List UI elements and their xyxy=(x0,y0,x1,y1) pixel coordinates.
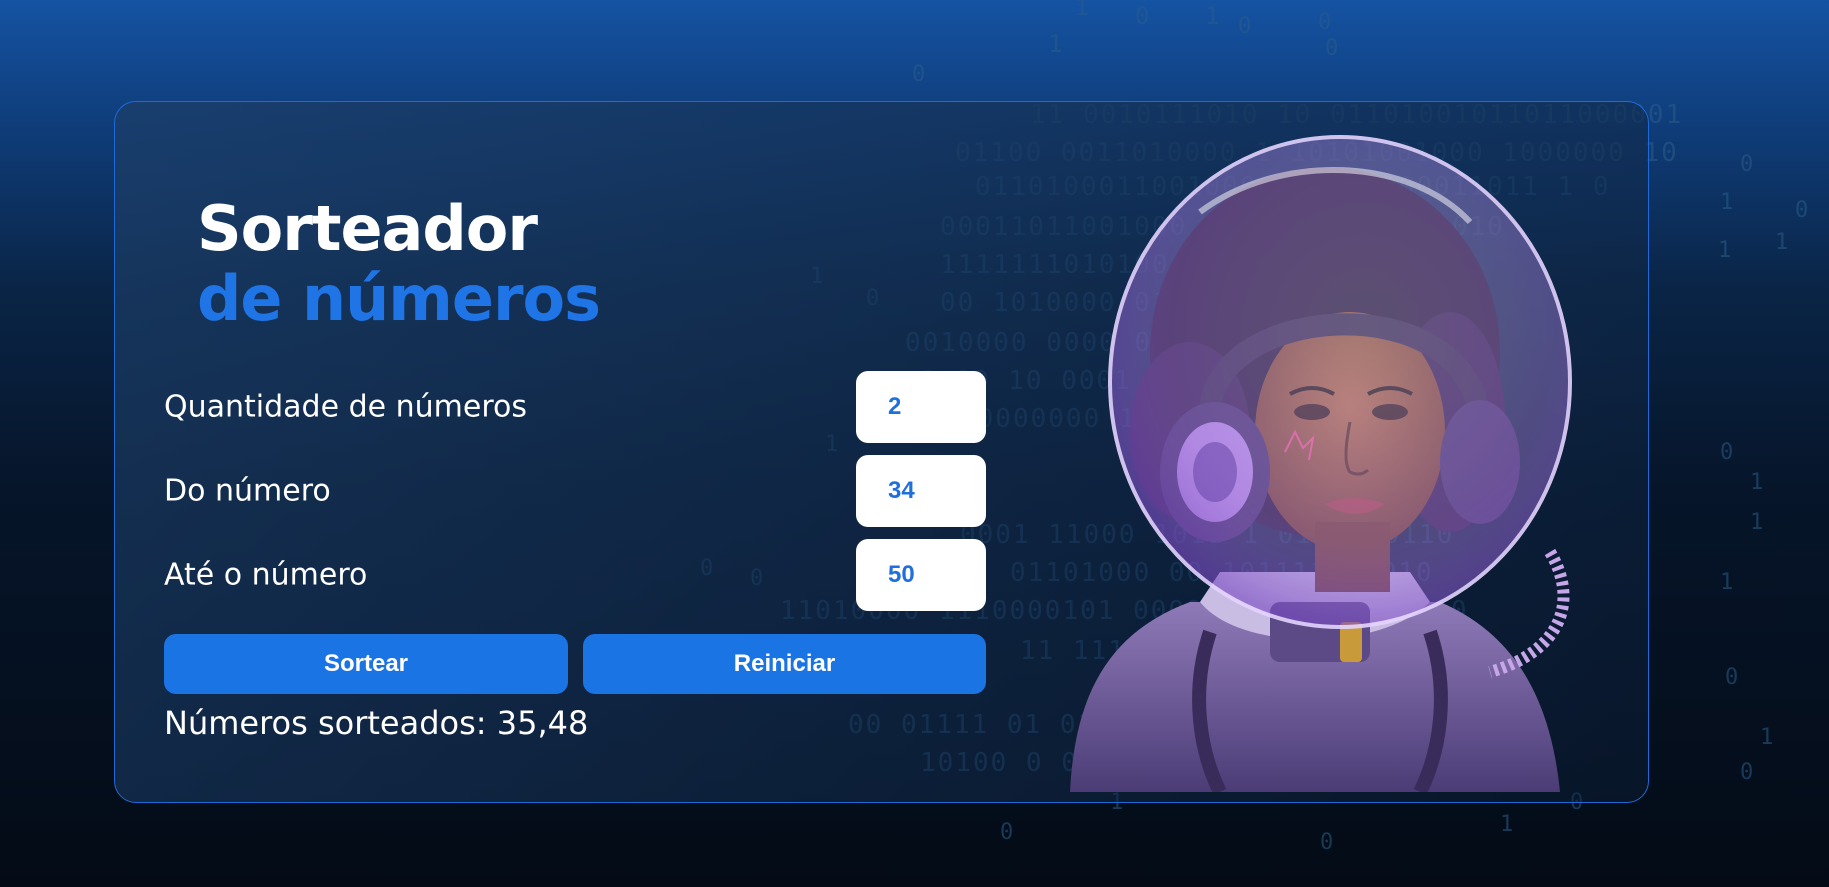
to-number-label: Até o número xyxy=(164,557,368,593)
page-title: Sorteador de números xyxy=(197,192,601,335)
title-line-2: de números xyxy=(197,262,601,335)
quantity-row: Quantidade de números xyxy=(164,371,986,443)
reset-button[interactable]: Reiniciar xyxy=(583,634,986,694)
drawn-numbers-result: Números sorteados: 35,48 xyxy=(164,704,589,742)
draw-button[interactable]: Sortear xyxy=(164,634,568,694)
from-number-input[interactable] xyxy=(856,455,986,527)
astronaut-illustration xyxy=(1070,135,1572,792)
to-number-input[interactable] xyxy=(856,539,986,611)
quantity-label: Quantidade de números xyxy=(164,389,527,425)
from-number-label: Do número xyxy=(164,473,331,509)
to-number-row: Até o número xyxy=(164,539,986,611)
title-line-1: Sorteador xyxy=(197,192,538,265)
raffle-card: Sorteador de números Quantidade de númer… xyxy=(114,101,1649,803)
quantity-input[interactable] xyxy=(856,371,986,443)
from-number-row: Do número xyxy=(164,455,986,527)
